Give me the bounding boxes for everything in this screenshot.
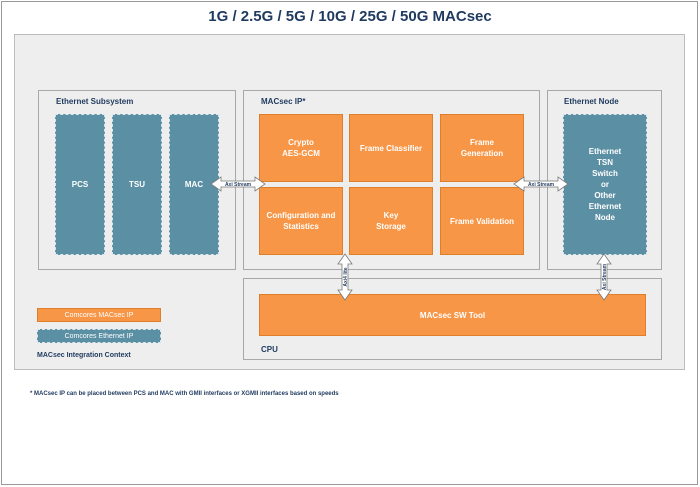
tsu-block: TSU (112, 114, 162, 255)
configuration-statistics-block: Configuration and Statistics (259, 187, 343, 255)
ethernet-tsn-switch-block: Ethernet TSN Switch or Other Ethernet No… (563, 114, 647, 255)
frame-classifier-block: Frame Classifier (349, 114, 433, 182)
frame-generation-block: Frame Generation (440, 114, 524, 182)
node-line-5: Other (594, 191, 616, 200)
node-line-7: Node (595, 213, 615, 222)
crypto-aes-gcm-block: Crypto AES-GCM (259, 114, 343, 182)
legend-ethernet-ip: Comcores Ethernet IP (37, 329, 161, 343)
key-storage-block: Key Storage (349, 187, 433, 255)
node-line-1: Ethernet (588, 147, 622, 156)
diagram-title: 1G / 2.5G / 5G / 10G / 25G / 50G MACsec (208, 8, 492, 25)
node-line-3: Switch (592, 169, 618, 178)
node-line-2: TSN (597, 158, 613, 167)
macsec-sw-tool-block: MACsec SW Tool (259, 294, 646, 336)
ethernet-node-label: Ethernet Node (564, 97, 619, 106)
pcs-block: PCS (55, 114, 105, 255)
node-line-6: Ethernet (588, 202, 622, 211)
integration-context-label: MACsec Integration Context (37, 352, 131, 359)
footnote: * MACsec IP can be placed between PCS an… (30, 391, 339, 397)
legend-macsec-ip: Comcores MACsec IP (37, 308, 161, 322)
cpu-label: CPU (261, 345, 278, 354)
mac-block: MAC (169, 114, 219, 255)
ethernet-subsystem-label: Ethernet Subsystem (56, 97, 134, 106)
node-line-4: or (601, 180, 609, 189)
frame-validation-block: Frame Validation (440, 187, 524, 255)
macsec-ip-label: MACsec IP* (261, 97, 306, 106)
